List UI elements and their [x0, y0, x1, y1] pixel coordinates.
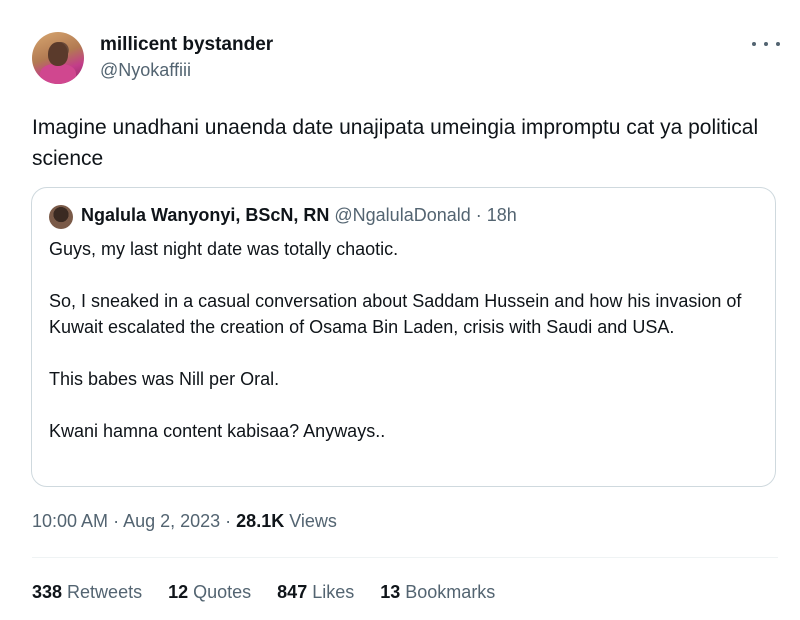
more-options-icon[interactable] — [752, 34, 780, 54]
likes-count: 847 — [277, 582, 308, 602]
engagement-stats: 338 Retweets 12 Quotes 847 Likes 13 Book… — [32, 582, 521, 603]
quoted-paragraph: Kwani hamna content kabisaa? Anyways.. — [49, 421, 386, 441]
views-count: 28.1K — [236, 511, 285, 531]
divider — [32, 557, 778, 558]
retweets-count: 338 — [32, 582, 63, 602]
quoted-paragraph: So, I sneaked in a casual conversation a… — [49, 291, 742, 337]
quotes-count: 12 — [168, 582, 189, 602]
likes-stat[interactable]: 847 Likes — [277, 582, 354, 603]
quoted-paragraph: This babes was Nill per Oral. — [49, 369, 280, 389]
avatar[interactable] — [32, 32, 84, 84]
quoted-author-avatar[interactable] — [49, 205, 73, 229]
quoted-paragraph: Guys, my last night date was totally cha… — [49, 239, 399, 259]
quoted-author-handle[interactable]: @NgalulaDonald — [334, 205, 470, 225]
retweets-stat[interactable]: 338 Retweets — [32, 582, 142, 603]
tweet-time[interactable]: 10:00 AM — [32, 511, 108, 531]
quoted-author-name[interactable]: Ngalula Wanyonyi, BScN, RN — [81, 205, 329, 225]
quoted-meta-separator: · — [470, 205, 487, 225]
tweet-text: Imagine unadhani unaenda date unajipata … — [32, 116, 759, 170]
meta-separator: · — [108, 511, 124, 531]
likes-label: Likes — [307, 582, 355, 602]
tweet-timestamp-row: 10:00 AM · Aug 2, 2023 · 28.1K Views — [32, 511, 337, 532]
quoted-tweet[interactable]: Ngalula Wanyonyi, BScN, RN @NgalulaDonal… — [31, 187, 776, 487]
quotes-stat[interactable]: 12 Quotes — [168, 582, 251, 603]
quoted-time-ago[interactable]: 18h — [487, 205, 517, 225]
quoted-tweet-header: Ngalula Wanyonyi, BScN, RN @NgalulaDonal… — [81, 205, 517, 226]
author-handle[interactable]: @Nyokaffiii — [100, 60, 191, 81]
quoted-tweet-text: Guys, my last night date was totally cha… — [49, 236, 749, 444]
tweet: millicent bystander @Nyokaffiii Imagine … — [0, 0, 800, 620]
author-display-name[interactable]: millicent bystander — [100, 34, 273, 56]
quotes-label: Quotes — [188, 582, 252, 602]
meta-separator: · — [220, 511, 237, 531]
bookmarks-count: 13 — [380, 582, 401, 602]
bookmarks-stat[interactable]: 13 Bookmarks — [380, 582, 495, 603]
bookmarks-label: Bookmarks — [400, 582, 496, 602]
retweets-label: Retweets — [62, 582, 143, 602]
views-label: Views — [284, 511, 337, 531]
tweet-date[interactable]: Aug 2, 2023 — [123, 511, 220, 531]
